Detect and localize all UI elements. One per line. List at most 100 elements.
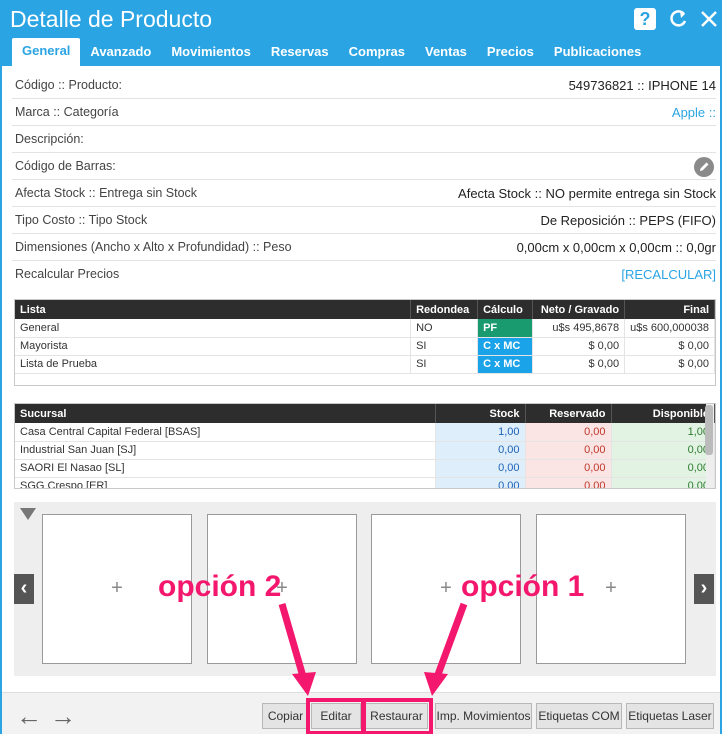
field-label: Marca :: Categoría [15, 105, 119, 119]
tab-general[interactable]: General [12, 38, 81, 66]
product-detail-window: Detalle de Producto ? General Avanzado M… [0, 0, 722, 734]
col-header: Redondea [410, 300, 479, 319]
tab-bar: General Avanzado Movimientos Reservas Co… [12, 38, 651, 66]
cell-reservado: 0,00 [525, 423, 612, 442]
field-row-barcode: Código de Barras: [12, 153, 716, 180]
scrollbar-thumb[interactable] [705, 405, 713, 455]
refresh-icon[interactable] [667, 8, 689, 30]
gallery-next-button[interactable]: › [694, 574, 714, 604]
field-row-brand: Marca :: Categoría Apple :: [12, 99, 716, 126]
annotation-option-2: opción 2 [158, 570, 282, 603]
cell-lista: Mayorista [15, 337, 412, 356]
field-label: Descripción: [15, 132, 84, 146]
tab-precios[interactable]: Precios [477, 40, 544, 66]
field-value: 549736821 :: IPHONE 14 [568, 78, 716, 93]
field-row-cost-type: Tipo Costo :: Tipo Stock De Reposición :… [12, 207, 716, 234]
table-row[interactable]: SAORI El Nasao [SL] 0,00 0,00 0,00 [15, 459, 715, 478]
cell-reservado: 0,00 [525, 441, 612, 460]
col-header: Lista [15, 300, 412, 319]
gallery-prev-button[interactable]: ‹ [14, 574, 34, 604]
imp-movimientos-button[interactable]: Imp. Movimientos [435, 703, 532, 729]
cell-stock: 0,00 [435, 459, 526, 478]
tab-reservas[interactable]: Reservas [261, 40, 339, 66]
cell-redondea: SI [410, 337, 479, 356]
cell-sucursal: SAORI El Nasao [SL] [15, 459, 436, 478]
annotation-option-1: opción 1 [461, 570, 585, 603]
price-list-table: Lista Redondea Cálculo Neto / Gravado Fi… [14, 299, 716, 386]
field-row-code: Código :: Producto: 549736821 :: IPHONE … [12, 72, 716, 99]
table-row[interactable]: Mayorista SI C x MC $ 0,00 $ 0,00 [15, 337, 715, 356]
field-value: 0,00cm x 0,00cm x 0,00cm :: 0,0gr [516, 240, 716, 255]
calc-badge: C x MC [477, 337, 534, 356]
cell-sucursal: Casa Central Capital Federal [BSAS] [15, 423, 436, 442]
back-arrow-icon[interactable]: ← [16, 701, 42, 732]
window-header: Detalle de Producto ? General Avanzado M… [2, 2, 720, 66]
field-value: Afecta Stock :: NO permite entrega sin S… [458, 186, 716, 201]
tab-avanzado[interactable]: Avanzado [80, 40, 161, 66]
cell-sucursal: Industrial San Juan [SJ] [15, 441, 436, 460]
field-row-recalc: Recalcular Precios [RECALCULAR] [12, 261, 716, 288]
tab-publicaciones[interactable]: Publicaciones [544, 40, 651, 66]
col-header: Sucursal [15, 404, 436, 423]
cell-stock: 0,00 [435, 441, 526, 460]
cell-disponible: 0,00 [611, 477, 715, 488]
cell-sucursal: SGG Crespo [ER] [15, 477, 436, 488]
cell-lista: General [15, 319, 412, 338]
cell-disponible: 0,00 [611, 441, 715, 460]
cell-neto: u$s 495,8678 [532, 319, 626, 338]
field-label: Dimensiones (Ancho x Alto x Profundidad)… [15, 240, 292, 254]
calc-badge: C x MC [477, 355, 534, 374]
field-row-description: Descripción: [12, 126, 716, 153]
cell-final: $ 0,00 [624, 337, 715, 356]
field-label: Recalcular Precios [15, 267, 120, 281]
col-header: Final [624, 300, 715, 319]
cell-stock: 1,00 [435, 423, 526, 442]
col-header: Reservado [525, 404, 612, 423]
window-title: Detalle de Producto [10, 6, 213, 32]
field-label: Afecta Stock :: Entrega sin Stock [15, 186, 198, 200]
restaurar-highlight-frame [362, 698, 433, 734]
field-row-dimensions: Dimensiones (Ancho x Alto x Profundidad)… [12, 234, 716, 261]
cell-disponible: 0,00 [611, 459, 715, 478]
cell-redondea: SI [410, 355, 479, 374]
edit-pencil-icon[interactable] [694, 157, 714, 177]
table-row[interactable]: Casa Central Capital Federal [BSAS] 1,00… [15, 423, 715, 442]
cell-stock: 0,00 [435, 477, 526, 488]
col-header: Stock [435, 404, 526, 423]
field-label: Código de Barras: [15, 159, 116, 173]
table-row[interactable]: Lista de Prueba SI C x MC $ 0,00 $ 0,00 [15, 355, 715, 374]
etiquetas-laser-button[interactable]: Etiquetas Laser [626, 703, 714, 729]
annotation-arrows-icon [278, 602, 468, 696]
col-header: Disponible [611, 404, 715, 423]
product-fields: Código :: Producto: 549736821 :: IPHONE … [12, 72, 716, 288]
collapse-triangle-icon[interactable] [20, 508, 36, 520]
field-label: Código :: Producto: [15, 78, 123, 92]
table-row[interactable]: Industrial San Juan [SJ] 0,00 0,00 0,00 [15, 441, 715, 460]
field-row-stock: Afecta Stock :: Entrega sin Stock Afecta… [12, 180, 716, 207]
col-header: Cálculo [477, 300, 534, 319]
cell-reservado: 0,00 [525, 459, 612, 478]
recalculate-link[interactable]: [RECALCULAR] [621, 267, 716, 282]
close-icon[interactable] [698, 8, 720, 30]
cell-redondea: NO [410, 319, 479, 338]
help-icon[interactable]: ? [634, 8, 656, 30]
etiquetas-com-button[interactable]: Etiquetas COM [536, 703, 622, 729]
forward-arrow-icon[interactable]: → [50, 701, 76, 732]
tab-movimientos[interactable]: Movimientos [161, 40, 260, 66]
table-row[interactable]: SGG Crespo [ER] 0,00 0,00 0,00 [15, 477, 715, 488]
brand-link[interactable]: Apple :: [672, 105, 716, 120]
tab-compras[interactable]: Compras [339, 40, 415, 66]
tab-ventas[interactable]: Ventas [415, 40, 477, 66]
cell-reservado: 0,00 [525, 477, 612, 488]
stock-scrollbar[interactable] [705, 404, 714, 488]
table-row[interactable]: General NO PF u$s 495,8678 u$s 600,00003… [15, 319, 715, 338]
calc-badge: PF [477, 319, 534, 338]
col-header: Neto / Gravado [532, 300, 626, 319]
copiar-button[interactable]: Copiar [262, 703, 309, 729]
cell-final: $ 0,00 [624, 355, 715, 374]
field-label: Tipo Costo :: Tipo Stock [15, 213, 148, 227]
cell-neto: $ 0,00 [532, 355, 626, 374]
cell-neto: $ 0,00 [532, 337, 626, 356]
cell-disponible: 1,00 [611, 423, 715, 442]
stock-table: Sucursal Stock Reservado Disponible Casa… [14, 403, 716, 489]
